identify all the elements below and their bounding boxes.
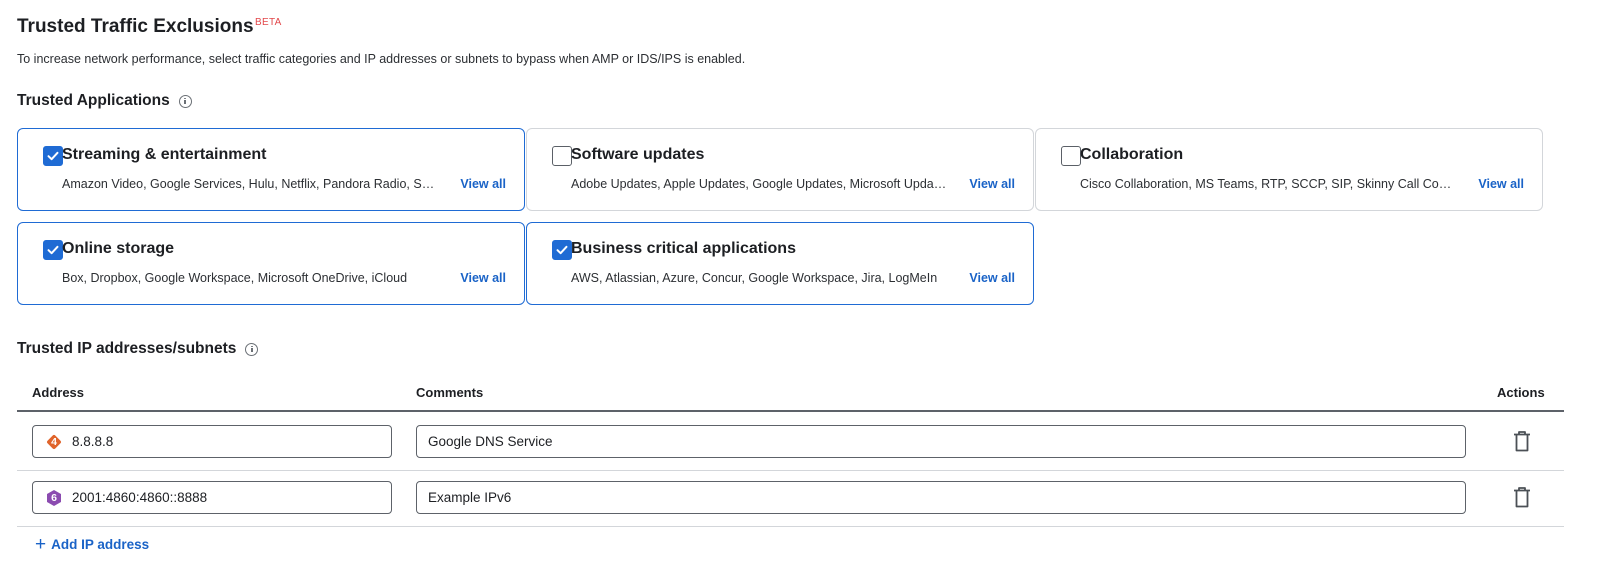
address-input[interactable]: 4 8.8.8.8 [32, 425, 392, 458]
app-card-collaboration[interactable]: Collaboration Cisco Collaboration, MS Te… [1035, 128, 1543, 211]
address-value: 8.8.8.8 [72, 434, 114, 449]
card-title: Online storage [62, 240, 175, 257]
ip-version: 6 [51, 492, 57, 504]
card-app-list: Box, Dropbox, Google Workspace, Microsof… [62, 271, 408, 285]
address-value: 2001:4860:4860::8888 [72, 490, 208, 505]
view-all-link[interactable]: View all [1478, 177, 1524, 191]
comment-value: Google DNS Service [428, 434, 553, 449]
table-header-divider [17, 410, 1564, 412]
view-all-link[interactable]: View all [969, 177, 1015, 191]
app-card-streaming[interactable]: Streaming & entertainment Amazon Video, … [17, 128, 525, 211]
column-header-comments: Comments [416, 385, 484, 400]
card-title: Software updates [571, 146, 705, 163]
comment-value: Example IPv6 [428, 490, 512, 505]
checkbox[interactable] [43, 240, 63, 260]
address-input[interactable]: 6 2001:4860:4860::8888 [32, 481, 392, 514]
checkbox[interactable] [43, 146, 63, 166]
ipv6-badge-icon: 6 [45, 489, 63, 507]
card-app-list: Amazon Video, Google Services, Hulu, Net… [62, 177, 440, 191]
card-title: Business critical applications [571, 240, 796, 257]
card-app-list: Cisco Collaboration, MS Teams, RTP, SCCP… [1080, 177, 1458, 191]
comment-input[interactable]: Google DNS Service [416, 425, 1466, 458]
card-app-list: Adobe Updates, Apple Updates, Google Upd… [571, 177, 949, 191]
plus-icon: + [35, 533, 47, 555]
row-divider [17, 526, 1564, 527]
checkbox[interactable] [552, 240, 572, 260]
checkbox[interactable] [1061, 146, 1081, 166]
view-all-link[interactable]: View all [460, 271, 506, 285]
ipv4-badge-icon: 4 [45, 433, 63, 451]
delete-icon[interactable] [1511, 485, 1533, 509]
ip-version: 4 [51, 436, 57, 448]
checkbox[interactable] [552, 146, 572, 166]
view-all-link[interactable]: View all [969, 271, 1015, 285]
delete-icon[interactable] [1511, 429, 1533, 453]
card-app-list: AWS, Atlassian, Azure, Concur, Google Wo… [571, 271, 938, 285]
app-card-software-updates[interactable]: Software updates Adobe Updates, Apple Up… [526, 128, 1034, 211]
add-ip-label: Add IP address [51, 537, 150, 552]
app-card-business-critical[interactable]: Business critical applications AWS, Atla… [526, 222, 1034, 305]
trusted-ips-label: Trusted IP addresses/subnets [17, 340, 237, 357]
trusted-ips-heading: Trusted IP addresses/subnets [17, 340, 259, 358]
info-icon[interactable] [245, 342, 259, 356]
trusted-applications-label: Trusted Applications [17, 92, 170, 109]
beta-badge: BETA [255, 17, 282, 28]
card-title: Streaming & entertainment [62, 146, 267, 163]
view-all-link[interactable]: View all [460, 177, 506, 191]
info-icon[interactable] [178, 94, 192, 108]
page-title: Trusted Traffic Exclusions [17, 16, 254, 37]
column-header-actions: Actions [1497, 385, 1545, 400]
row-divider [17, 470, 1564, 471]
page-description: To increase network performance, select … [17, 52, 746, 66]
trusted-applications-heading: Trusted Applications [17, 92, 192, 110]
app-card-online-storage[interactable]: Online storage Box, Dropbox, Google Work… [17, 222, 525, 305]
comment-input[interactable]: Example IPv6 [416, 481, 1466, 514]
add-ip-address-button[interactable]: + Add IP address [35, 533, 150, 555]
card-title: Collaboration [1080, 146, 1184, 163]
column-header-address: Address [32, 385, 85, 400]
